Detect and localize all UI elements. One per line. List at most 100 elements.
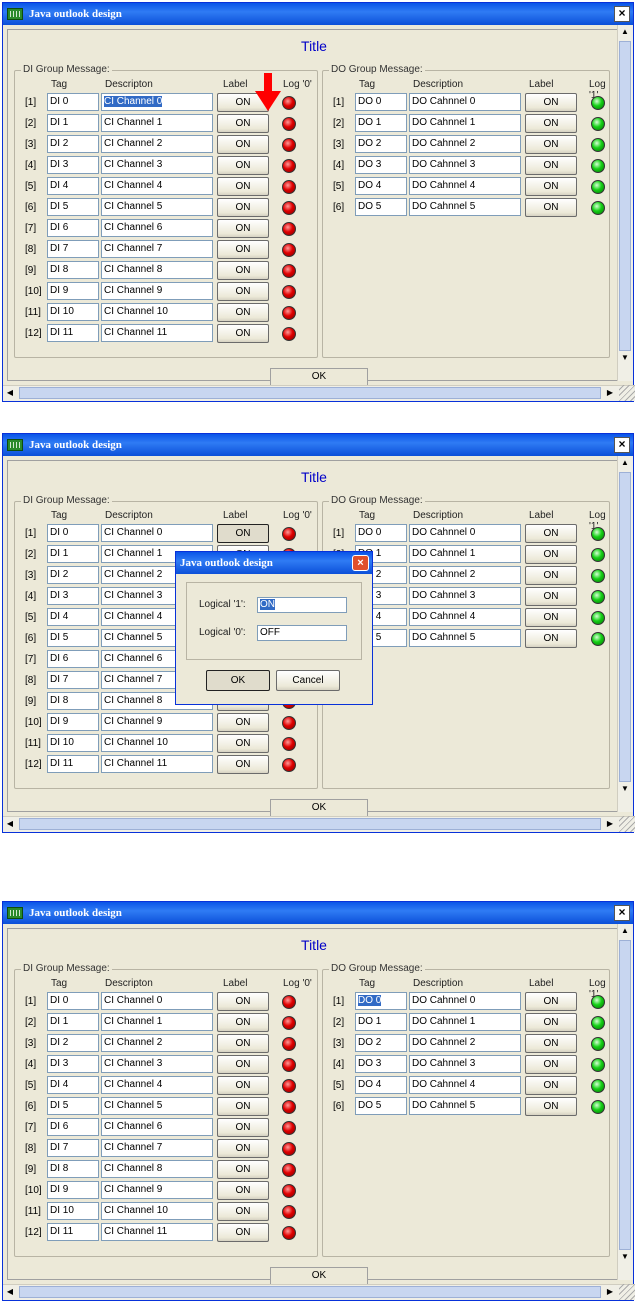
di-label-button[interactable]: ON: [217, 282, 269, 301]
di-description-field[interactable]: CI Channel 10: [101, 734, 213, 752]
horizontal-scrollbar[interactable]: ◀ ▶: [3, 816, 635, 832]
do-description-field[interactable]: DO Cahnnel 5: [409, 1097, 521, 1115]
di-label-button[interactable]: ON: [217, 1034, 269, 1053]
di-tag-field[interactable]: DI 9: [47, 282, 99, 300]
resize-grip-icon[interactable]: [619, 385, 635, 401]
di-description-field[interactable]: CI Channel 5: [101, 1097, 213, 1115]
do-label-button[interactable]: ON: [525, 93, 577, 112]
di-description-field[interactable]: CI Channel 11: [101, 324, 213, 342]
di-label-button[interactable]: ON: [217, 755, 269, 774]
di-description-field[interactable]: CI Channel 3: [101, 1055, 213, 1073]
di-description-field[interactable]: CI Channel 2: [101, 135, 213, 153]
title-bar[interactable]: Java outlook design ×: [3, 434, 633, 456]
di-tag-field[interactable]: DI 2: [47, 566, 99, 584]
di-tag-field[interactable]: DI 0: [47, 93, 99, 111]
title-bar[interactable]: Java outlook design ×: [3, 3, 633, 25]
di-description-field[interactable]: CI Channel 11: [101, 1223, 213, 1241]
do-description-field[interactable]: DO Cahnnel 1: [409, 1013, 521, 1031]
resize-grip-icon[interactable]: [619, 816, 635, 832]
di-description-field[interactable]: CI Channel 9: [101, 713, 213, 731]
title-bar[interactable]: Java outlook design ×: [3, 902, 633, 924]
di-tag-field[interactable]: DI 6: [47, 650, 99, 668]
di-label-button[interactable]: ON: [217, 114, 269, 133]
horizontal-scroll-thumb[interactable]: [19, 818, 601, 830]
di-tag-field[interactable]: DI 10: [47, 734, 99, 752]
scroll-left-icon[interactable]: ◀: [3, 386, 17, 400]
vertical-scrollbar[interactable]: ▲ ▼: [617, 25, 633, 381]
do-description-field[interactable]: DO Cahnnel 3: [409, 587, 521, 605]
scroll-down-icon[interactable]: ▼: [618, 782, 632, 796]
do-description-field[interactable]: DO Cahnnel 3: [409, 1055, 521, 1073]
di-description-field[interactable]: CI Channel 9: [101, 1181, 213, 1199]
do-description-field[interactable]: DO Cahnnel 2: [409, 566, 521, 584]
di-label-button[interactable]: ON: [217, 324, 269, 343]
do-tag-field[interactable]: DO 2: [355, 1034, 407, 1052]
di-description-field[interactable]: CI Channel 8: [101, 1160, 213, 1178]
do-label-button[interactable]: ON: [525, 587, 577, 606]
di-description-field[interactable]: CI Channel 10: [101, 1202, 213, 1220]
di-description-field[interactable]: CI Channel 7: [101, 1139, 213, 1157]
di-description-field[interactable]: CI Channel 9: [101, 282, 213, 300]
di-label-button[interactable]: ON: [217, 992, 269, 1011]
di-label-button[interactable]: ON: [217, 524, 269, 543]
di-label-button[interactable]: ON: [217, 261, 269, 280]
do-label-button[interactable]: ON: [525, 1097, 577, 1116]
di-description-field[interactable]: CI Channel 5: [101, 198, 213, 216]
di-tag-field[interactable]: DI 9: [47, 1181, 99, 1199]
di-label-button[interactable]: ON: [217, 1118, 269, 1137]
vertical-scrollbar[interactable]: ▲ ▼: [617, 456, 633, 812]
di-description-field[interactable]: CI Channel 4: [101, 1076, 213, 1094]
close-button[interactable]: ×: [614, 6, 630, 22]
do-tag-field[interactable]: DO 0: [355, 93, 407, 111]
do-tag-field[interactable]: DO 0: [355, 992, 407, 1010]
di-description-field[interactable]: CI Channel 2: [101, 1034, 213, 1052]
di-description-field[interactable]: CI Channel 6: [101, 1118, 213, 1136]
di-tag-field[interactable]: DI 6: [47, 1118, 99, 1136]
di-label-button[interactable]: ON: [217, 303, 269, 322]
di-tag-field[interactable]: DI 7: [47, 1139, 99, 1157]
di-tag-field[interactable]: DI 5: [47, 629, 99, 647]
do-label-button[interactable]: ON: [525, 135, 577, 154]
do-tag-field[interactable]: DO 2: [355, 135, 407, 153]
do-label-button[interactable]: ON: [525, 114, 577, 133]
di-label-button[interactable]: ON: [217, 240, 269, 259]
do-label-button[interactable]: ON: [525, 1013, 577, 1032]
di-description-field[interactable]: CI Channel 10: [101, 303, 213, 321]
do-description-field[interactable]: DO Cahnnel 5: [409, 629, 521, 647]
di-tag-field[interactable]: DI 1: [47, 114, 99, 132]
do-label-button[interactable]: ON: [525, 177, 577, 196]
di-label-button[interactable]: ON: [217, 156, 269, 175]
ok-button[interactable]: OK: [270, 799, 368, 817]
di-description-field[interactable]: CI Channel 4: [101, 177, 213, 195]
di-tag-field[interactable]: DI 10: [47, 303, 99, 321]
logical-one-field[interactable]: ON: [257, 597, 347, 613]
di-tag-field[interactable]: DI 9: [47, 713, 99, 731]
do-tag-field[interactable]: DO 4: [355, 1076, 407, 1094]
di-tag-field[interactable]: DI 6: [47, 219, 99, 237]
di-description-field[interactable]: CI Channel 7: [101, 240, 213, 258]
di-description-field[interactable]: CI Channel 6: [101, 219, 213, 237]
di-label-button[interactable]: ON: [217, 1097, 269, 1116]
do-label-button[interactable]: ON: [525, 1034, 577, 1053]
di-description-field[interactable]: CI Channel 11: [101, 755, 213, 773]
do-description-field[interactable]: DO Cahnnel 0: [409, 93, 521, 111]
di-tag-field[interactable]: DI 3: [47, 1055, 99, 1073]
do-tag-field[interactable]: DO 3: [355, 1055, 407, 1073]
do-tag-field[interactable]: DO 5: [355, 1097, 407, 1115]
do-label-button[interactable]: ON: [525, 992, 577, 1011]
scroll-up-icon[interactable]: ▲: [618, 25, 632, 39]
close-button[interactable]: ×: [614, 437, 630, 453]
do-description-field[interactable]: DO Cahnnel 2: [409, 1034, 521, 1052]
logical-zero-field[interactable]: OFF: [257, 625, 347, 641]
di-tag-field[interactable]: DI 5: [47, 1097, 99, 1115]
ok-button[interactable]: OK: [270, 368, 368, 386]
di-label-button[interactable]: ON: [217, 713, 269, 732]
do-description-field[interactable]: DO Cahnnel 4: [409, 1076, 521, 1094]
di-label-button[interactable]: ON: [217, 1055, 269, 1074]
dialog-title-bar[interactable]: Java outlook design ×: [176, 552, 372, 574]
di-label-button[interactable]: ON: [217, 734, 269, 753]
ok-button[interactable]: OK: [270, 1267, 368, 1285]
di-description-field[interactable]: CI Channel 1: [101, 1013, 213, 1031]
do-description-field[interactable]: DO Cahnnel 5: [409, 198, 521, 216]
do-label-button[interactable]: ON: [525, 1076, 577, 1095]
